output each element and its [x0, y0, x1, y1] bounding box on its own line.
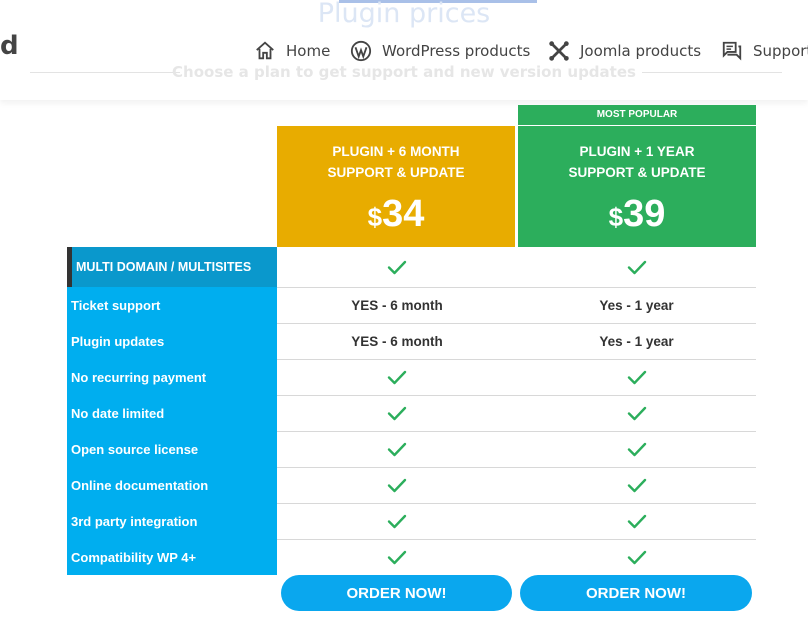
home-icon	[254, 40, 276, 62]
currency-symbol: $	[608, 202, 624, 232]
feature-list: MULTI DOMAIN / MULTISITES Ticket support…	[67, 247, 277, 575]
price-amount: 34	[382, 193, 425, 235]
nav-joomla-products[interactable]: Joomla products	[548, 38, 701, 64]
feature-multi-domain: MULTI DOMAIN / MULTISITES	[67, 247, 277, 287]
plan-1-year-price: $39	[518, 193, 756, 236]
feature-ticket-support: Ticket support	[71, 297, 161, 313]
check-icon	[277, 539, 517, 575]
check-icon	[277, 431, 517, 467]
nav-home-label: Home	[286, 42, 331, 60]
support-icon	[721, 40, 743, 62]
feature-value: YES - 6 month	[351, 297, 443, 313]
nav-support[interactable]: Support	[721, 38, 808, 64]
plan-1-year-name: PLUGIN + 1 YEAR SUPPORT & UPDATE	[518, 126, 756, 183]
check-icon	[517, 539, 756, 575]
nav-home[interactable]: Home	[254, 38, 330, 64]
check-icon	[517, 431, 756, 467]
feature-value: YES - 6 month	[351, 333, 443, 349]
feature-open-source-license: Open source license	[71, 441, 199, 457]
plan-1-year-header: PLUGIN + 1 YEAR SUPPORT & UPDATE $39	[518, 126, 756, 247]
check-icon	[277, 247, 517, 287]
check-icon	[277, 395, 517, 431]
plan-6-month-name: PLUGIN + 6 MONTH SUPPORT & UPDATE	[277, 126, 515, 183]
feature-value: Yes - 1 year	[599, 297, 674, 313]
check-icon	[277, 359, 517, 395]
check-icon	[517, 395, 756, 431]
feature-plugin-updates: Plugin updates	[71, 333, 165, 349]
section-subtitle: Choose a plan to get support and new ver…	[172, 63, 636, 81]
site-logo[interactable]: d	[0, 31, 19, 61]
feature-3rd-party-integration: 3rd party integration	[71, 513, 198, 529]
nav-wordpress-products[interactable]: WordPress products	[350, 38, 530, 64]
plan-6-month-price: $34	[277, 193, 515, 236]
plan-6-month-name-line1: PLUGIN + 6 MONTH	[332, 144, 460, 159]
check-icon	[517, 503, 756, 539]
section-title: Plugin prices	[317, 0, 491, 29]
most-popular-badge: MOST POPULAR	[518, 105, 756, 125]
check-icon	[277, 503, 517, 539]
plan-1-year-name-line1: PLUGIN + 1 YEAR	[579, 144, 695, 159]
plan-6-month-name-line2: SUPPORT & UPDATE	[327, 165, 465, 180]
feature-no-date-limited: No date limited	[71, 405, 165, 421]
currency-symbol: $	[367, 202, 383, 232]
check-icon	[277, 467, 517, 503]
order-now-6-month-button[interactable]: ORDER NOW!	[281, 575, 512, 611]
feature-value: Yes - 1 year	[599, 333, 674, 349]
site-header: Plugin prices Choose a plan to get suppo…	[0, 0, 808, 100]
check-icon	[517, 247, 756, 287]
nav-support-label: Support	[753, 42, 808, 60]
plan-1-year-name-line2: SUPPORT & UPDATE	[568, 165, 706, 180]
wordpress-icon	[350, 40, 372, 62]
check-icon	[517, 359, 756, 395]
nav-joomla-label: Joomla products	[580, 42, 702, 60]
feature-no-recurring-payment: No recurring payment	[71, 369, 207, 385]
plan-6-month-header: PLUGIN + 6 MONTH SUPPORT & UPDATE $34	[277, 126, 515, 247]
feature-compatibility: Compatibility WP 4+	[71, 549, 197, 565]
nav-wordpress-label: WordPress products	[382, 42, 531, 60]
feature-online-documentation: Online documentation	[71, 477, 209, 493]
joomla-icon	[548, 40, 570, 62]
price-amount: 39	[623, 193, 666, 235]
order-now-1-year-button[interactable]: ORDER NOW!	[520, 575, 752, 611]
check-icon	[517, 467, 756, 503]
